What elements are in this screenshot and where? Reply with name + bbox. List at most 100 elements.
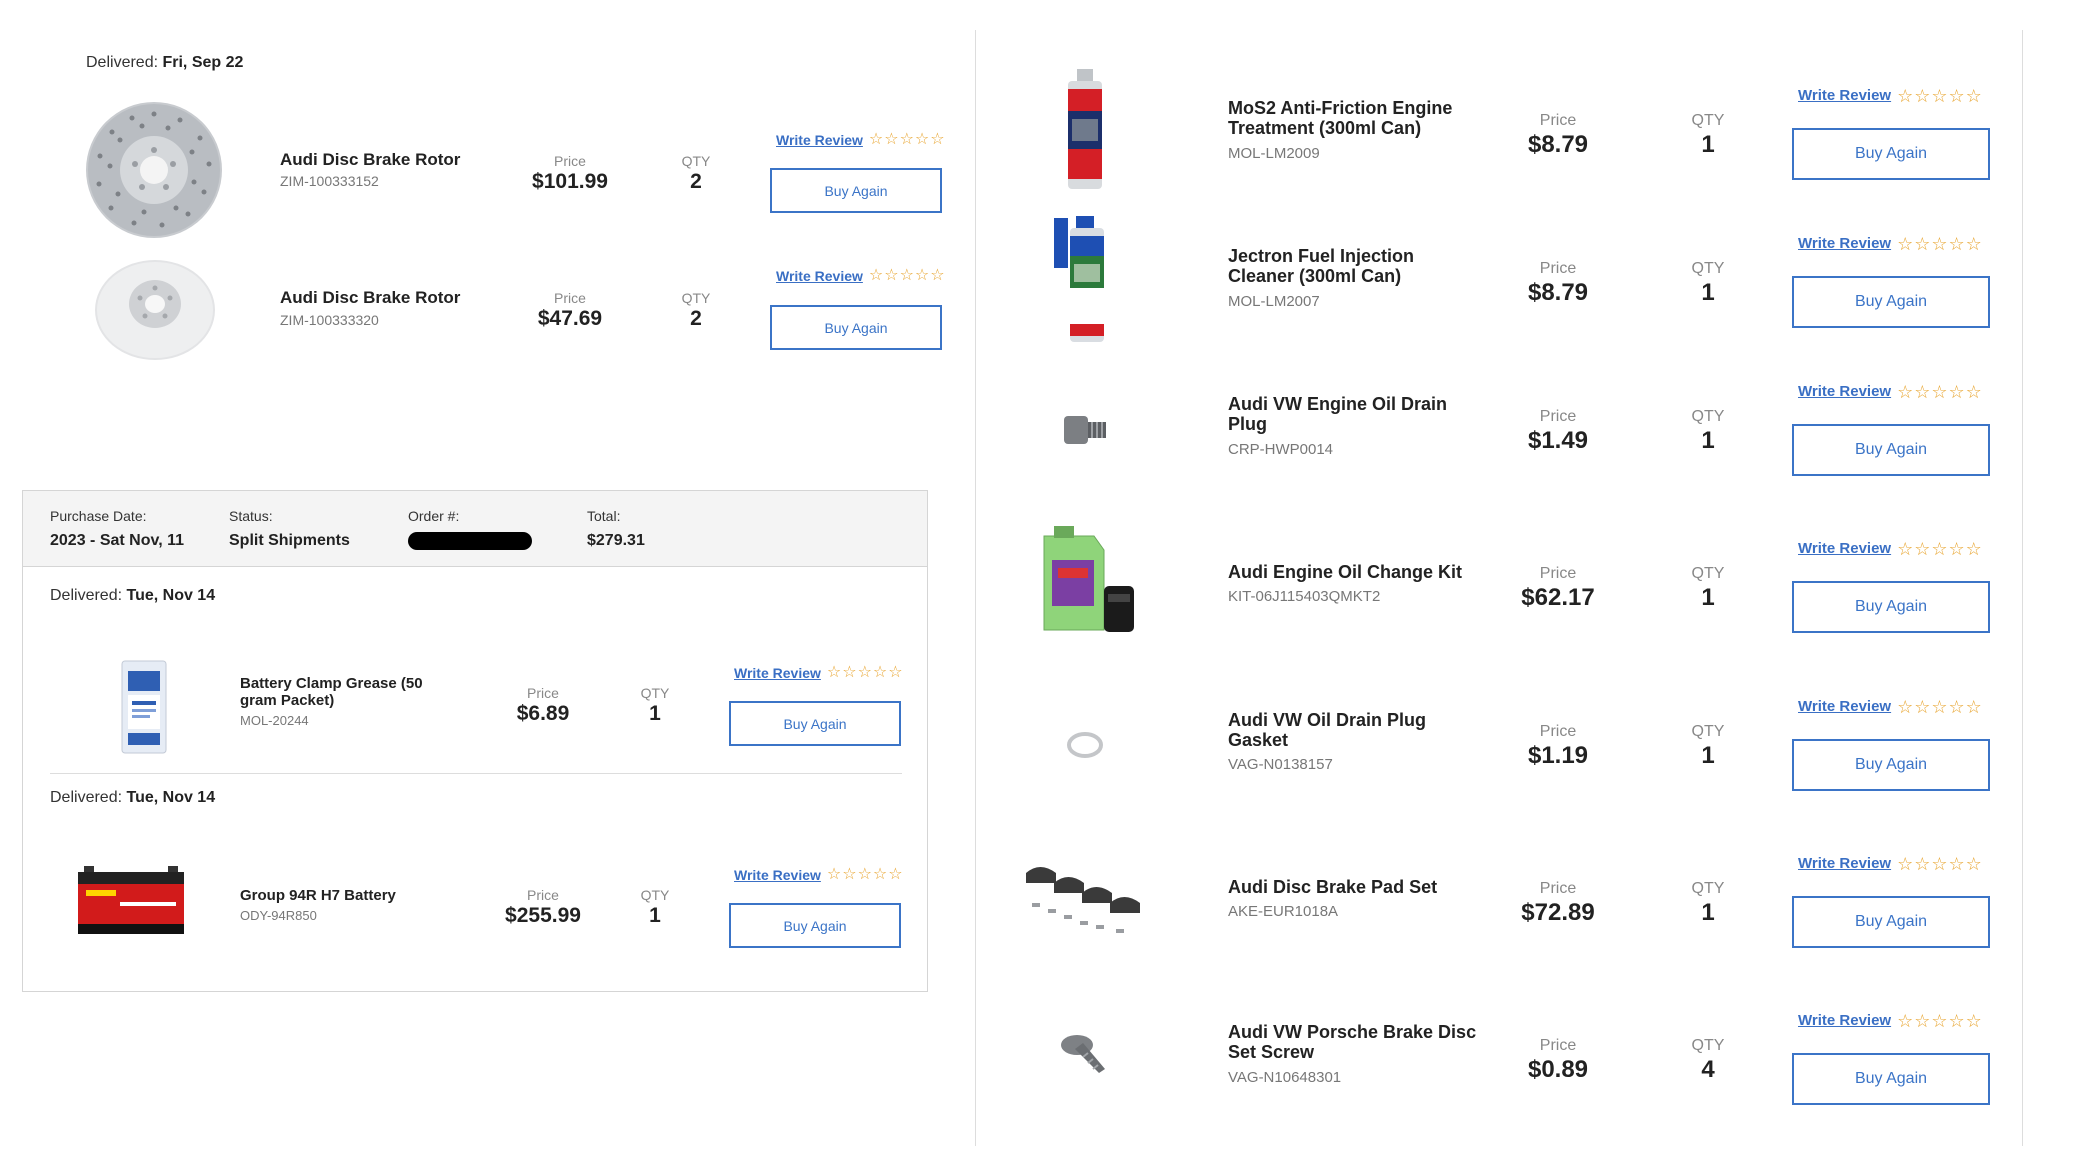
star-icon[interactable]: ☆ bbox=[1931, 87, 1947, 105]
star-icon[interactable]: ☆ bbox=[1949, 1012, 1965, 1030]
star-icon[interactable]: ☆ bbox=[1949, 698, 1965, 716]
rating-stars[interactable]: ☆ ☆ ☆ ☆ ☆ bbox=[869, 268, 945, 284]
rating-stars[interactable]: ☆ ☆ ☆ ☆ ☆ bbox=[1897, 1012, 1982, 1030]
product-image[interactable] bbox=[1040, 380, 1130, 480]
write-review-link[interactable]: Write Review bbox=[1798, 235, 1891, 252]
star-icon[interactable]: ☆ bbox=[842, 665, 856, 681]
rating-stars[interactable]: ☆ ☆ ☆ ☆ ☆ bbox=[827, 867, 903, 883]
rating-stars[interactable]: ☆ ☆ ☆ ☆ ☆ bbox=[1897, 698, 1982, 716]
rating-stars[interactable]: ☆ ☆ ☆ ☆ ☆ bbox=[869, 132, 945, 148]
product-name[interactable]: Audi VW Oil Drain Plug Gasket bbox=[1228, 710, 1468, 750]
star-icon[interactable]: ☆ bbox=[1966, 855, 1982, 873]
buy-again-button[interactable]: Buy Again bbox=[1792, 424, 1990, 476]
buy-again-button[interactable]: Buy Again bbox=[1792, 581, 1990, 633]
star-icon[interactable]: ☆ bbox=[1931, 383, 1947, 401]
write-review-link[interactable]: Write Review bbox=[1798, 1012, 1891, 1029]
star-icon[interactable]: ☆ bbox=[1966, 698, 1982, 716]
product-name[interactable]: MoS2 Anti-Friction Engine Treatment (300… bbox=[1228, 98, 1468, 138]
star-icon[interactable]: ☆ bbox=[1897, 855, 1913, 873]
star-icon[interactable]: ☆ bbox=[1949, 87, 1965, 105]
star-icon[interactable]: ☆ bbox=[884, 132, 898, 148]
product-image[interactable] bbox=[1030, 64, 1140, 194]
product-image[interactable] bbox=[83, 655, 205, 759]
rating-stars[interactable]: ☆ ☆ ☆ ☆ ☆ bbox=[1897, 235, 1982, 253]
star-icon[interactable]: ☆ bbox=[1897, 383, 1913, 401]
buy-again-button[interactable]: Buy Again bbox=[770, 168, 942, 213]
star-icon[interactable]: ☆ bbox=[1931, 1012, 1947, 1030]
star-icon[interactable]: ☆ bbox=[858, 867, 872, 883]
star-icon[interactable]: ☆ bbox=[1966, 87, 1982, 105]
star-icon[interactable]: ☆ bbox=[1897, 87, 1913, 105]
rating-stars[interactable]: ☆ ☆ ☆ ☆ ☆ bbox=[1897, 87, 1982, 105]
star-icon[interactable]: ☆ bbox=[1914, 1012, 1930, 1030]
product-name[interactable]: Audi Disc Brake Rotor bbox=[280, 150, 480, 170]
product-name[interactable]: Audi VW Engine Oil Drain Plug bbox=[1228, 394, 1468, 434]
star-icon[interactable]: ☆ bbox=[1897, 698, 1913, 716]
star-icon[interactable]: ☆ bbox=[869, 268, 883, 284]
product-name[interactable]: Jectron Fuel Injection Cleaner (300ml Ca… bbox=[1228, 246, 1468, 286]
buy-again-button[interactable]: Buy Again bbox=[1792, 739, 1990, 791]
write-review-link[interactable]: Write Review bbox=[1798, 540, 1891, 557]
write-review-link[interactable]: Write Review bbox=[1798, 383, 1891, 400]
write-review-link[interactable]: Write Review bbox=[1798, 855, 1891, 872]
star-icon[interactable]: ☆ bbox=[1966, 1012, 1982, 1030]
star-icon[interactable]: ☆ bbox=[842, 867, 856, 883]
star-icon[interactable]: ☆ bbox=[1914, 383, 1930, 401]
star-icon[interactable]: ☆ bbox=[1949, 540, 1965, 558]
write-review-link[interactable]: Write Review bbox=[776, 132, 863, 148]
star-icon[interactable]: ☆ bbox=[930, 268, 944, 284]
star-icon[interactable]: ☆ bbox=[1966, 383, 1982, 401]
buy-again-button[interactable]: Buy Again bbox=[1792, 128, 1990, 180]
rating-stars[interactable]: ☆ ☆ ☆ ☆ ☆ bbox=[827, 665, 903, 681]
buy-again-button[interactable]: Buy Again bbox=[1792, 896, 1990, 948]
product-image[interactable] bbox=[84, 100, 224, 240]
write-review-link[interactable]: Write Review bbox=[1798, 698, 1891, 715]
star-icon[interactable]: ☆ bbox=[1914, 235, 1930, 253]
star-icon[interactable]: ☆ bbox=[1949, 235, 1965, 253]
star-icon[interactable]: ☆ bbox=[888, 665, 902, 681]
rating-stars[interactable]: ☆ ☆ ☆ ☆ ☆ bbox=[1897, 383, 1982, 401]
buy-again-button[interactable]: Buy Again bbox=[1792, 1053, 1990, 1105]
star-icon[interactable]: ☆ bbox=[930, 132, 944, 148]
product-name[interactable]: Audi Engine Oil Change Kit bbox=[1228, 562, 1488, 582]
product-image[interactable] bbox=[1040, 212, 1130, 346]
star-icon[interactable]: ☆ bbox=[1949, 383, 1965, 401]
star-icon[interactable]: ☆ bbox=[900, 268, 914, 284]
star-icon[interactable]: ☆ bbox=[1931, 540, 1947, 558]
star-icon[interactable]: ☆ bbox=[1931, 235, 1947, 253]
star-icon[interactable]: ☆ bbox=[1897, 540, 1913, 558]
star-icon[interactable]: ☆ bbox=[915, 268, 929, 284]
star-icon[interactable]: ☆ bbox=[858, 665, 872, 681]
star-icon[interactable]: ☆ bbox=[1914, 87, 1930, 105]
star-icon[interactable]: ☆ bbox=[1914, 698, 1930, 716]
rating-stars[interactable]: ☆ ☆ ☆ ☆ ☆ bbox=[1897, 855, 1982, 873]
star-icon[interactable]: ☆ bbox=[873, 665, 887, 681]
write-review-link[interactable]: Write Review bbox=[776, 268, 863, 284]
rating-stars[interactable]: ☆ ☆ ☆ ☆ ☆ bbox=[1897, 540, 1982, 558]
product-image[interactable] bbox=[94, 258, 216, 362]
star-icon[interactable]: ☆ bbox=[1931, 698, 1947, 716]
star-icon[interactable]: ☆ bbox=[915, 132, 929, 148]
star-icon[interactable]: ☆ bbox=[1914, 855, 1930, 873]
star-icon[interactable]: ☆ bbox=[1966, 235, 1982, 253]
buy-again-button[interactable]: Buy Again bbox=[1792, 276, 1990, 328]
star-icon[interactable]: ☆ bbox=[869, 132, 883, 148]
product-name[interactable]: Battery Clamp Grease (50 gram Packet) bbox=[240, 675, 450, 709]
product-image[interactable] bbox=[1032, 520, 1142, 640]
write-review-link[interactable]: Write Review bbox=[1798, 87, 1891, 104]
write-review-link[interactable]: Write Review bbox=[734, 665, 821, 681]
star-icon[interactable]: ☆ bbox=[900, 132, 914, 148]
star-icon[interactable]: ☆ bbox=[827, 665, 841, 681]
buy-again-button[interactable]: Buy Again bbox=[729, 903, 901, 948]
star-icon[interactable]: ☆ bbox=[1949, 855, 1965, 873]
product-name[interactable]: Audi Disc Brake Pad Set bbox=[1228, 877, 1488, 897]
star-icon[interactable]: ☆ bbox=[1914, 540, 1930, 558]
product-image[interactable] bbox=[1040, 1012, 1130, 1102]
product-image[interactable] bbox=[1020, 848, 1150, 948]
write-review-link[interactable]: Write Review bbox=[734, 867, 821, 883]
product-image[interactable] bbox=[69, 843, 193, 953]
star-icon[interactable]: ☆ bbox=[827, 867, 841, 883]
buy-again-button[interactable]: Buy Again bbox=[770, 305, 942, 350]
product-name[interactable]: Audi Disc Brake Rotor bbox=[280, 288, 480, 308]
star-icon[interactable]: ☆ bbox=[888, 867, 902, 883]
